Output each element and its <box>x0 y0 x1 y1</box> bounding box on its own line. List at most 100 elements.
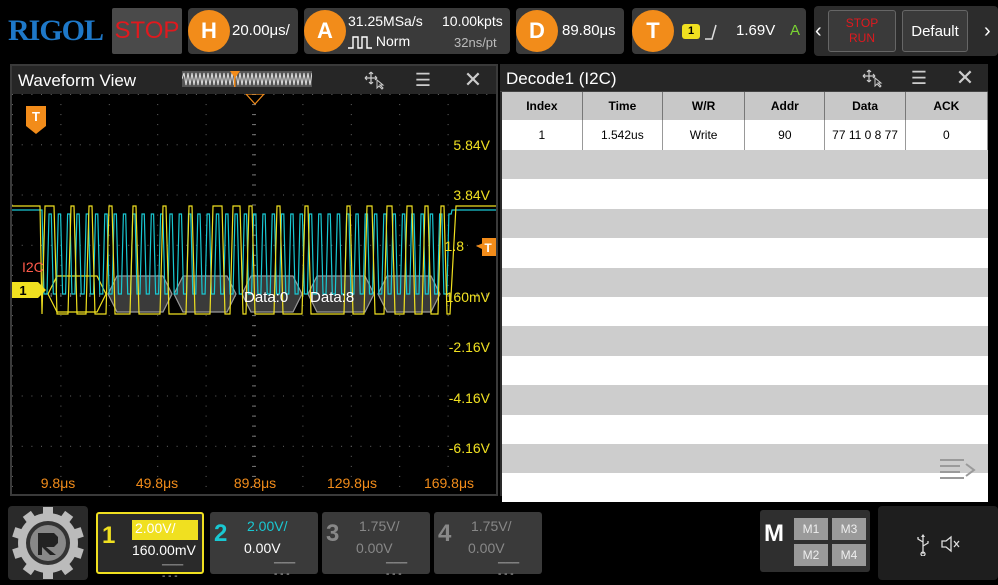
speaker-muted-icon[interactable] <box>940 534 962 554</box>
acquire-badge: A <box>304 10 346 52</box>
close-icon[interactable]: ✕ <box>952 65 978 90</box>
horizontal-badge: H <box>188 10 230 52</box>
empty-row <box>502 355 988 386</box>
channel-coupling-icon: ─── - - - <box>386 558 408 580</box>
channel-number: 4 <box>438 520 452 547</box>
y-tick-label: 160mV <box>446 289 491 305</box>
channel-offset: 160.00mV <box>132 542 196 558</box>
gear-icon <box>12 507 84 579</box>
decode-row[interactable]: 1 1.542us Write 90 77 11 0 8 77 0 <box>502 120 989 150</box>
math-m2-button[interactable]: M2 <box>794 544 828 566</box>
channel-coupling-icon: ─── - - - <box>498 558 520 580</box>
y-axis-labels: 5.84V 3.84V 1.8 160mV -2.16V -4.16V -6.1… <box>445 137 491 456</box>
close-icon[interactable]: ✕ <box>460 67 486 92</box>
pulse-icon <box>348 36 372 49</box>
channel-offset: 0.00V <box>244 540 281 556</box>
empty-row <box>502 473 988 503</box>
trigger-position-marker <box>244 93 266 105</box>
channel-4-settings[interactable]: 4 1.75V/0.00V ─── - - - <box>434 512 542 580</box>
trigger-marker: T <box>26 106 46 134</box>
decode-column-header: Addr <box>744 92 826 120</box>
delay-settings[interactable]: D 89.80μs <box>516 8 624 54</box>
y-tick-label: -2.16V <box>449 339 491 355</box>
menu-icon[interactable]: ☰ <box>906 68 932 88</box>
channel-number: 1 <box>102 522 116 549</box>
math-m4-button[interactable]: M4 <box>832 544 866 566</box>
rising-edge-icon <box>705 24 717 40</box>
x-tick-label: 49.8μs <box>136 475 178 491</box>
navigation-button[interactable] <box>8 506 88 580</box>
run-state-indicator[interactable]: STOP <box>112 8 182 54</box>
empty-row <box>502 443 988 474</box>
move-icon[interactable] <box>362 70 388 90</box>
y-tick-label: 1.8 <box>445 238 465 254</box>
x-tick-label: 129.8μs <box>327 475 377 491</box>
waveform-plot[interactable]: T 1 I2C Data:0 Data:8 5.84V 3.84V 1.8 16… <box>12 93 497 578</box>
menu-icon[interactable]: ☰ <box>410 70 436 90</box>
sample-rate: 31.25MSa/s <box>348 13 423 29</box>
trigger-settings[interactable]: T 1 1.69V A <box>632 8 806 54</box>
delay-value: 89.80μs <box>562 22 616 39</box>
empty-row <box>502 208 988 239</box>
decode-title: Decode1 (I2C) <box>506 69 617 88</box>
decode-column-header: W/R <box>662 92 746 120</box>
decode-titlebar: Decode1 (I2C) ☰ ✕ <box>500 64 988 92</box>
run-label: RUN <box>849 31 875 45</box>
decode-cell: 1.542us <box>582 120 663 150</box>
waveform-view-titlebar: Waveform View ☰ ✕ <box>12 66 496 94</box>
decode-cell: 1 <box>502 120 583 150</box>
y-tick-label: 3.84V <box>453 187 490 203</box>
x-axis-labels: 9.8μs 49.8μs 89.8μs 129.8μs 169.8μs <box>41 475 474 491</box>
trigger-level-marker-label: T <box>484 241 492 255</box>
channel-coupling-icon: ─── - - - <box>162 560 184 582</box>
oscilloscope-screen: RIGOL STOP H 20.00μs/ A 31.25MSa/s Norm … <box>0 0 998 585</box>
waveform-view-title: Waveform View <box>18 71 137 90</box>
empty-row <box>502 238 988 268</box>
math-m3-button[interactable]: M3 <box>832 518 866 540</box>
x-tick-label: 9.8μs <box>41 475 76 491</box>
channel-number: 3 <box>326 520 340 547</box>
acquire-mode: Norm <box>348 33 410 49</box>
chevron-right-icon[interactable]: › <box>984 20 991 43</box>
bus-label: I2C <box>22 259 44 275</box>
math-m1-button[interactable]: M1 <box>794 518 828 540</box>
channel-3-settings[interactable]: 3 1.75V/0.00V ─── - - - <box>322 512 430 580</box>
waveform-view-panel: Waveform View ☰ ✕ T 1 I2C Data:0 Data:8 … <box>10 64 498 578</box>
acquire-mode-label: Norm <box>375 33 411 49</box>
stop-label: STOP <box>845 16 879 30</box>
rigol-logo: RIGOL <box>8 14 104 47</box>
math-label: M <box>764 520 784 547</box>
delay-badge: D <box>516 10 558 52</box>
empty-row <box>502 296 988 327</box>
y-tick-label: -6.16V <box>449 440 491 456</box>
math-menu[interactable]: M M1 M3 M2 M4 <box>760 510 870 572</box>
default-button[interactable]: Default <box>902 10 968 52</box>
empty-row <box>502 267 988 297</box>
waveform-svg: T 1 I2C Data:0 Data:8 5.84V 3.84V 1.8 16… <box>12 93 497 578</box>
channel-number: 2 <box>214 520 228 547</box>
time-per-point: 32ns/pt <box>454 35 497 50</box>
trigger-badge: T <box>632 10 674 52</box>
trigger-marker-label: T <box>32 109 40 124</box>
horizontal-settings[interactable]: H 20.00μs/ <box>188 8 298 54</box>
list-collapse-icon[interactable] <box>938 456 976 491</box>
channel-offset: 0.00V <box>356 540 393 556</box>
trigger-level: 1.69V <box>736 22 776 39</box>
chevron-left-icon[interactable]: ‹ <box>815 20 822 43</box>
system-status-area <box>878 506 998 580</box>
channel-1-settings[interactable]: 1 2.00V/160.00mV ─── - - - <box>96 512 204 582</box>
waveform-overview[interactable] <box>181 71 315 87</box>
acquire-settings[interactable]: A 31.25MSa/s Norm 10.00kpts 32ns/pt <box>304 8 510 54</box>
y-tick-label: 5.84V <box>453 137 490 153</box>
decode-panel: Decode1 (I2C) ☰ ✕ Index Time W/R Addr Data AC… <box>500 64 989 503</box>
decode-table-body: 1 1.542us Write 90 77 11 0 8 77 0 <box>502 120 989 150</box>
stop-run-button[interactable]: STOP RUN <box>828 10 896 52</box>
channel-2-settings[interactable]: 2 2.00V/0.00V ─── - - - <box>210 512 318 580</box>
decode-column-header: ACK <box>905 92 989 120</box>
timebase-value: 20.00μs/ <box>232 22 290 39</box>
trigger-level-marker[interactable]: T <box>476 238 496 256</box>
move-icon[interactable] <box>860 68 886 88</box>
memory-depth: 10.00kpts <box>442 13 503 29</box>
decode-column-header: Time <box>582 92 663 120</box>
ch1-marker-label: 1 <box>19 283 26 298</box>
